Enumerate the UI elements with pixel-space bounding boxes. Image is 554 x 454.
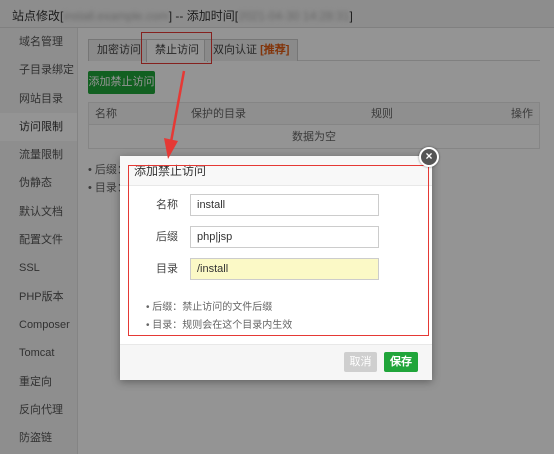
save-button[interactable]: 保存: [384, 352, 418, 372]
cancel-button[interactable]: 取消: [344, 352, 377, 372]
close-icon[interactable]: ×: [419, 147, 439, 167]
dialog-highlight-box: [128, 165, 429, 336]
